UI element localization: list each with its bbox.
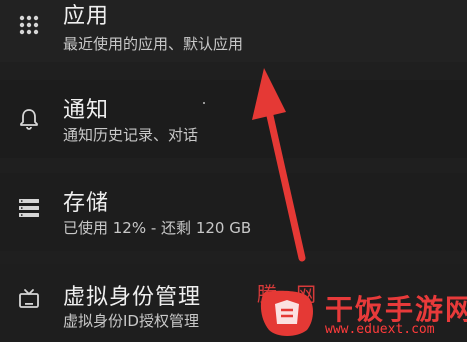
settings-item-notifications[interactable]: 通知 通知历史记录、对话	[0, 80, 467, 158]
bell-icon	[18, 108, 40, 130]
settings-item-apps[interactable]: 应用 最近使用的应用、默认应用	[0, 0, 467, 62]
virtual-identity-title: 虚拟身份管理	[63, 285, 202, 310]
screen-speck	[203, 102, 205, 104]
apps-subtitle: 最近使用的应用、默认应用	[63, 35, 244, 53]
settings-item-storage[interactable]: 存储 已使用 12% - 还剩 120 GB	[0, 173, 467, 251]
storage-subtitle: 已使用 12% - 还剩 120 GB	[63, 219, 252, 237]
storage-icon	[18, 197, 40, 219]
notifications-subtitle: 通知历史记录、对话	[63, 126, 199, 144]
apps-title: 应用	[63, 4, 110, 29]
settings-item-virtual-identity[interactable]: 虚拟身份管理 虚拟身份ID授权管理	[0, 264, 467, 342]
tv-icon	[18, 288, 40, 310]
apps-grid-icon	[18, 14, 40, 36]
virtual-identity-subtitle: 虚拟身份ID授权管理	[63, 312, 199, 330]
notifications-title: 通知	[63, 98, 110, 123]
storage-title: 存储	[63, 191, 110, 216]
annotation-arrow-icon	[252, 68, 306, 262]
